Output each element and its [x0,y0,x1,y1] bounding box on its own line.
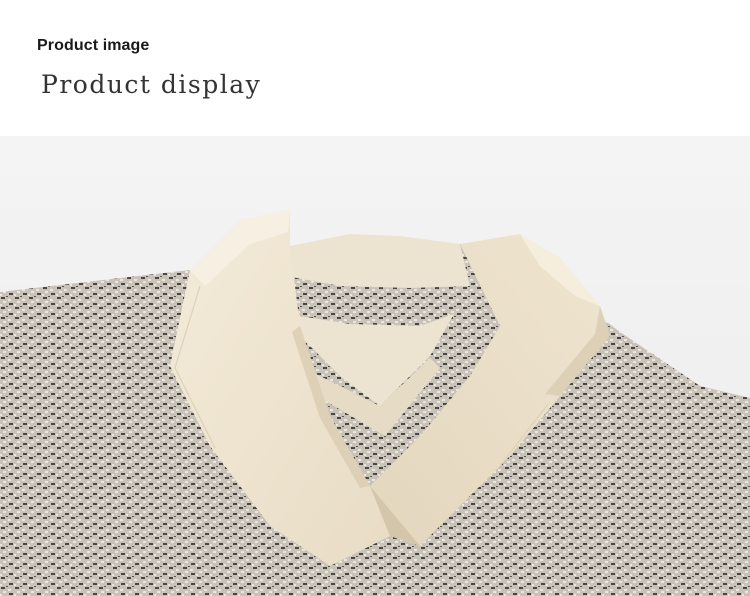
header: Product image Product display [0,0,750,136]
product-photo-illustration [0,136,750,596]
section-heading: Product image [37,37,150,54]
section-subheading: Product display [41,70,262,99]
product-photo [0,136,750,596]
